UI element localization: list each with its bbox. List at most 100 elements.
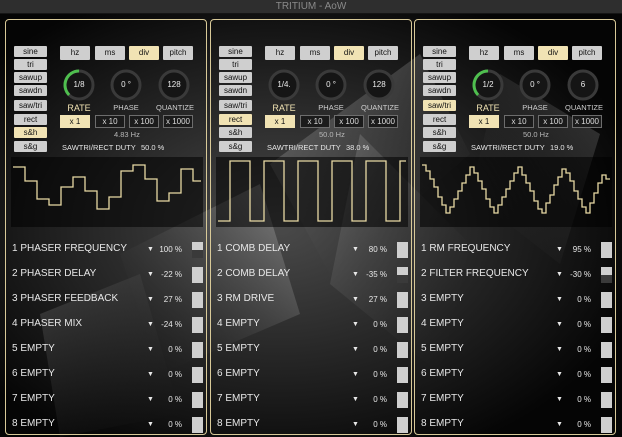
mod-slot-row[interactable]: 3 EMPTY ▼ 0 % bbox=[415, 290, 615, 310]
dropdown-arrow-icon[interactable]: ▼ bbox=[147, 296, 154, 303]
mod-slot-row[interactable]: 2 PHASER DELAY ▼ -22 % bbox=[6, 265, 206, 285]
mod-depth-value[interactable]: 0 % bbox=[563, 345, 591, 354]
polarity-toggle-icon[interactable] bbox=[397, 267, 408, 283]
polarity-toggle-icon[interactable] bbox=[192, 317, 203, 333]
mod-depth-value[interactable]: 0 % bbox=[563, 295, 591, 304]
polarity-toggle-icon[interactable] bbox=[192, 267, 203, 283]
mod-slot-row[interactable]: 6 EMPTY ▼ 0 % bbox=[415, 365, 615, 385]
polarity-toggle-icon[interactable] bbox=[397, 317, 408, 333]
dropdown-arrow-icon[interactable]: ▼ bbox=[352, 321, 359, 328]
waveform-tri-button[interactable]: tri bbox=[423, 59, 456, 70]
multiplier-x1000-button[interactable]: x 1000 bbox=[368, 115, 398, 128]
rate-knob[interactable]: 1/8 bbox=[62, 68, 96, 102]
unit-pitch-button[interactable]: pitch bbox=[572, 46, 602, 60]
dropdown-arrow-icon[interactable]: ▼ bbox=[556, 421, 563, 428]
mod-depth-value[interactable]: 0 % bbox=[563, 370, 591, 379]
dropdown-arrow-icon[interactable]: ▼ bbox=[556, 246, 563, 253]
dropdown-arrow-icon[interactable]: ▼ bbox=[147, 246, 154, 253]
quantize-knob[interactable]: 128 bbox=[362, 68, 396, 102]
dropdown-arrow-icon[interactable]: ▼ bbox=[352, 346, 359, 353]
phase-knob[interactable]: 0 ° bbox=[314, 68, 348, 102]
unit-hz-button[interactable]: hz bbox=[469, 46, 499, 60]
polarity-toggle-icon[interactable] bbox=[192, 367, 203, 383]
waveform-sg-button[interactable]: s&g bbox=[423, 141, 456, 152]
mod-slot-row[interactable]: 7 EMPTY ▼ 0 % bbox=[415, 390, 615, 410]
mod-slot-row[interactable]: 1 RM FREQUENCY ▼ 95 % bbox=[415, 240, 615, 260]
dropdown-arrow-icon[interactable]: ▼ bbox=[352, 296, 359, 303]
mod-slot-row[interactable]: 8 EMPTY ▼ 0 % bbox=[415, 415, 615, 435]
dropdown-arrow-icon[interactable]: ▼ bbox=[352, 271, 359, 278]
polarity-toggle-icon[interactable] bbox=[192, 342, 203, 358]
unit-div-button[interactable]: div bbox=[334, 46, 364, 60]
waveform-sine-button[interactable]: sine bbox=[219, 46, 252, 57]
waveform-sine-button[interactable]: sine bbox=[14, 46, 47, 57]
dropdown-arrow-icon[interactable]: ▼ bbox=[147, 271, 154, 278]
mod-depth-value[interactable]: 27 % bbox=[154, 295, 182, 304]
mod-slot-row[interactable]: 3 PHASER FEEDBACK ▼ 27 % bbox=[6, 290, 206, 310]
unit-ms-button[interactable]: ms bbox=[504, 46, 534, 60]
unit-hz-button[interactable]: hz bbox=[60, 46, 90, 60]
polarity-toggle-icon[interactable] bbox=[192, 292, 203, 308]
unit-div-button[interactable]: div bbox=[129, 46, 159, 60]
duty-value[interactable]: 38.0 % bbox=[346, 143, 369, 152]
polarity-toggle-icon[interactable] bbox=[601, 392, 612, 408]
waveform-sawtri-button[interactable]: saw/tri bbox=[14, 100, 47, 111]
polarity-toggle-icon[interactable] bbox=[601, 317, 612, 333]
unit-ms-button[interactable]: ms bbox=[95, 46, 125, 60]
mod-slot-row[interactable]: 8 EMPTY ▼ 0 % bbox=[211, 415, 411, 435]
dropdown-arrow-icon[interactable]: ▼ bbox=[147, 371, 154, 378]
waveform-tri-button[interactable]: tri bbox=[219, 59, 252, 70]
rate-knob[interactable]: 1/2 bbox=[471, 68, 505, 102]
mod-depth-value[interactable]: -22 % bbox=[154, 270, 182, 279]
phase-knob[interactable]: 0 ° bbox=[109, 68, 143, 102]
mod-depth-value[interactable]: 0 % bbox=[359, 420, 387, 429]
dropdown-arrow-icon[interactable]: ▼ bbox=[556, 346, 563, 353]
mod-depth-value[interactable]: 0 % bbox=[359, 395, 387, 404]
waveform-rect-button[interactable]: rect bbox=[423, 114, 456, 125]
duty-value[interactable]: 19.0 % bbox=[550, 143, 573, 152]
polarity-toggle-icon[interactable] bbox=[397, 392, 408, 408]
mod-depth-value[interactable]: -24 % bbox=[154, 320, 182, 329]
phase-knob[interactable]: 0 ° bbox=[518, 68, 552, 102]
mod-depth-value[interactable]: 95 % bbox=[563, 245, 591, 254]
polarity-toggle-icon[interactable] bbox=[601, 342, 612, 358]
dropdown-arrow-icon[interactable]: ▼ bbox=[352, 421, 359, 428]
dropdown-arrow-icon[interactable]: ▼ bbox=[147, 421, 154, 428]
mod-slot-row[interactable]: 7 EMPTY ▼ 0 % bbox=[6, 390, 206, 410]
dropdown-arrow-icon[interactable]: ▼ bbox=[556, 396, 563, 403]
waveform-sawdn-button[interactable]: sawdn bbox=[219, 85, 252, 96]
mod-depth-value[interactable]: -30 % bbox=[563, 270, 591, 279]
waveform-sg-button[interactable]: s&g bbox=[14, 141, 47, 152]
unit-pitch-button[interactable]: pitch bbox=[368, 46, 398, 60]
dropdown-arrow-icon[interactable]: ▼ bbox=[147, 346, 154, 353]
multiplier-x1000-button[interactable]: x 1000 bbox=[163, 115, 193, 128]
multiplier-x10-button[interactable]: x 10 bbox=[300, 115, 330, 128]
polarity-toggle-icon[interactable] bbox=[192, 242, 203, 258]
quantize-knob[interactable]: 6 bbox=[566, 68, 600, 102]
waveform-sg-button[interactable]: s&g bbox=[219, 141, 252, 152]
polarity-toggle-icon[interactable] bbox=[397, 342, 408, 358]
dropdown-arrow-icon[interactable]: ▼ bbox=[556, 271, 563, 278]
multiplier-x100-button[interactable]: x 100 bbox=[334, 115, 364, 128]
unit-pitch-button[interactable]: pitch bbox=[163, 46, 193, 60]
dropdown-arrow-icon[interactable]: ▼ bbox=[147, 396, 154, 403]
mod-depth-value[interactable]: 0 % bbox=[563, 320, 591, 329]
waveform-sh-button[interactable]: s&h bbox=[423, 127, 456, 138]
polarity-toggle-icon[interactable] bbox=[601, 292, 612, 308]
polarity-toggle-icon[interactable] bbox=[397, 417, 408, 433]
mod-slot-row[interactable]: 2 COMB DELAY ▼ -35 % bbox=[211, 265, 411, 285]
mod-slot-row[interactable]: 1 PHASER FREQUENCY ▼ 100 % bbox=[6, 240, 206, 260]
mod-slot-row[interactable]: 2 FILTER FREQUENCY ▼ -30 % bbox=[415, 265, 615, 285]
polarity-toggle-icon[interactable] bbox=[397, 292, 408, 308]
mod-depth-value[interactable]: 0 % bbox=[359, 370, 387, 379]
dropdown-arrow-icon[interactable]: ▼ bbox=[556, 321, 563, 328]
quantize-knob[interactable]: 128 bbox=[157, 68, 191, 102]
mod-slot-row[interactable]: 1 COMB DELAY ▼ 80 % bbox=[211, 240, 411, 260]
dropdown-arrow-icon[interactable]: ▼ bbox=[352, 371, 359, 378]
mod-depth-value[interactable]: 80 % bbox=[359, 245, 387, 254]
mod-slot-row[interactable]: 7 EMPTY ▼ 0 % bbox=[211, 390, 411, 410]
dropdown-arrow-icon[interactable]: ▼ bbox=[147, 321, 154, 328]
dropdown-arrow-icon[interactable]: ▼ bbox=[556, 296, 563, 303]
waveform-sh-button[interactable]: s&h bbox=[14, 127, 47, 138]
waveform-sine-button[interactable]: sine bbox=[423, 46, 456, 57]
